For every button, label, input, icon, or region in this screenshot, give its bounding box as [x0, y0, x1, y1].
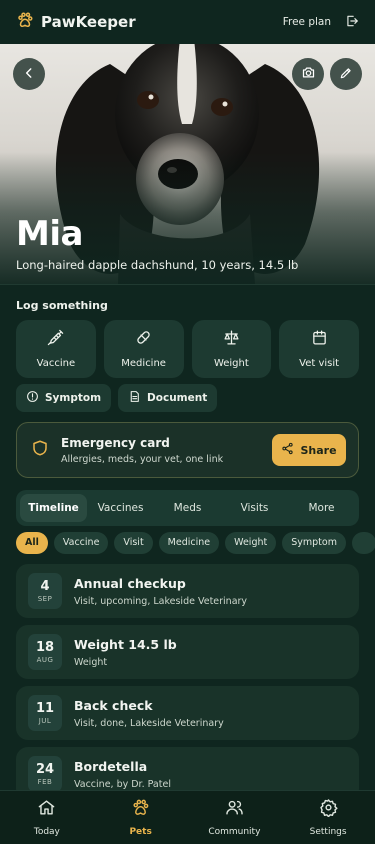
date-day: 11 — [35, 701, 55, 716]
tab-timeline[interactable]: Timeline — [20, 494, 87, 522]
event-title: Annual checkup — [74, 575, 186, 591]
filter-weight[interactable]: Weight — [225, 532, 277, 554]
date-month: AUG — [36, 656, 54, 664]
filter-vaccine[interactable]: Vaccine — [53, 532, 109, 554]
timeline-item[interactable]: 4 SEP Annual checkup Visit, upcoming, La… — [16, 564, 359, 618]
log-vaccine-button[interactable]: Vaccine — [16, 320, 96, 378]
filter-symptom[interactable]: Symptom — [282, 532, 346, 554]
pet-description: Long-haired dapple dachshund, 10 years, … — [16, 258, 299, 272]
emergency-title: Emergency card — [61, 435, 170, 450]
filter-visit[interactable]: Visit — [114, 532, 153, 554]
photo-button[interactable] — [292, 58, 324, 90]
nav-settings[interactable]: Settings — [281, 791, 375, 844]
event-title: Weight 14.5 lb — [74, 636, 177, 652]
logout-icon[interactable] — [345, 13, 359, 32]
date-month: JUL — [38, 717, 52, 725]
date-day: 24 — [35, 762, 55, 777]
divider — [0, 284, 375, 285]
log-actions: Vaccine Medicine Weight Vet visit — [16, 320, 359, 378]
log-document-label: Document — [147, 392, 208, 404]
date-day: 4 — [40, 579, 50, 594]
event-subtitle: Weight — [74, 656, 108, 668]
scale-icon — [223, 329, 240, 350]
filter-all[interactable]: All — [16, 532, 48, 554]
nav-today-label: Today — [33, 827, 60, 837]
emergency-subtitle: Allergies, meds, your vet, one link — [61, 453, 224, 465]
timeline-item[interactable]: 11 JUL Back check Visit, done, Lakeside … — [16, 686, 359, 740]
nav-today[interactable]: Today — [0, 791, 94, 844]
tab-more[interactable]: More — [288, 494, 355, 522]
log-document-button[interactable]: Document — [118, 384, 218, 412]
nav-pets[interactable]: Pets — [94, 791, 188, 844]
paw-logo-icon — [16, 11, 34, 33]
pencil-icon — [339, 65, 353, 84]
filter-chips: All Vaccine Visit Medicine Weight Sympto… — [16, 532, 375, 554]
log-secondary-actions: Symptom Document — [16, 384, 218, 412]
log-vaccine-label: Vaccine — [36, 358, 76, 369]
document-icon — [128, 390, 141, 406]
tab-meds[interactable]: Meds — [154, 494, 221, 522]
log-symptom-button[interactable]: Symptom — [16, 384, 112, 412]
date-badge: 24 FEB — [28, 756, 62, 792]
event-title: Back check — [74, 697, 153, 713]
timeline-list: 4 SEP Annual checkup Visit, upcoming, La… — [16, 564, 359, 808]
event-title: Bordetella — [74, 758, 148, 774]
event-subtitle: Visit, done, Lakeside Veterinary — [74, 717, 224, 729]
share-button[interactable]: Share — [272, 434, 346, 466]
nav-community-label: Community — [208, 827, 261, 837]
log-vet-visit-button[interactable]: Vet visit — [279, 320, 359, 378]
log-medicine-label: Medicine — [121, 358, 166, 369]
event-subtitle: Visit, upcoming, Lakeside Veterinary — [74, 595, 248, 607]
log-symptom-label: Symptom — [45, 392, 102, 404]
date-badge: 4 SEP — [28, 573, 62, 609]
share-icon — [281, 442, 294, 458]
timeline-item[interactable]: 18 AUG Weight 14.5 lb Weight — [16, 625, 359, 679]
brand[interactable]: PawKeeper — [16, 11, 136, 33]
edit-button[interactable] — [330, 58, 362, 90]
log-weight-label: Weight — [213, 358, 249, 369]
pet-name: Mia — [16, 214, 83, 254]
filter-medicine[interactable]: Medicine — [158, 532, 220, 554]
top-bar: PawKeeper Free plan — [0, 0, 375, 44]
users-icon — [225, 798, 244, 821]
bottom-nav: Today Pets Community Settings — [0, 790, 375, 844]
event-subtitle: Vaccine, by Dr. Patel — [74, 778, 171, 790]
date-badge: 18 AUG — [28, 634, 62, 670]
home-icon — [37, 798, 56, 821]
calendar-icon — [311, 329, 328, 350]
log-section-title: Log something — [16, 299, 108, 312]
shield-icon — [31, 439, 49, 461]
emergency-card[interactable]: Emergency card Allergies, meds, your vet… — [16, 422, 359, 478]
chevron-left-icon — [22, 65, 36, 84]
syringe-icon — [47, 329, 64, 350]
nav-settings-label: Settings — [309, 827, 347, 837]
alert-circle-icon — [26, 390, 39, 406]
nav-pets-label: Pets — [129, 827, 152, 837]
tab-vaccines[interactable]: Vaccines — [87, 494, 154, 522]
plan-label[interactable]: Free plan — [283, 16, 331, 28]
pill-icon — [135, 329, 152, 350]
date-day: 18 — [35, 640, 55, 655]
tab-visits[interactable]: Visits — [221, 494, 288, 522]
share-label: Share — [300, 443, 337, 457]
date-month: SEP — [37, 595, 53, 603]
back-button[interactable] — [13, 58, 45, 90]
record-tabs: Timeline Vaccines Meds Visits More — [16, 490, 359, 526]
log-weight-button[interactable]: Weight — [191, 320, 272, 378]
date-badge: 11 JUL — [28, 695, 62, 731]
paw-icon — [131, 798, 150, 821]
filter-overflow[interactable] — [351, 532, 375, 554]
log-vet-visit-label: Vet visit — [299, 358, 340, 369]
nav-community[interactable]: Community — [188, 791, 282, 844]
camera-icon — [301, 65, 316, 84]
log-medicine-button[interactable]: Medicine — [103, 320, 184, 378]
gear-icon — [319, 798, 338, 821]
app-name: PawKeeper — [41, 13, 136, 31]
date-month: FEB — [37, 778, 53, 786]
